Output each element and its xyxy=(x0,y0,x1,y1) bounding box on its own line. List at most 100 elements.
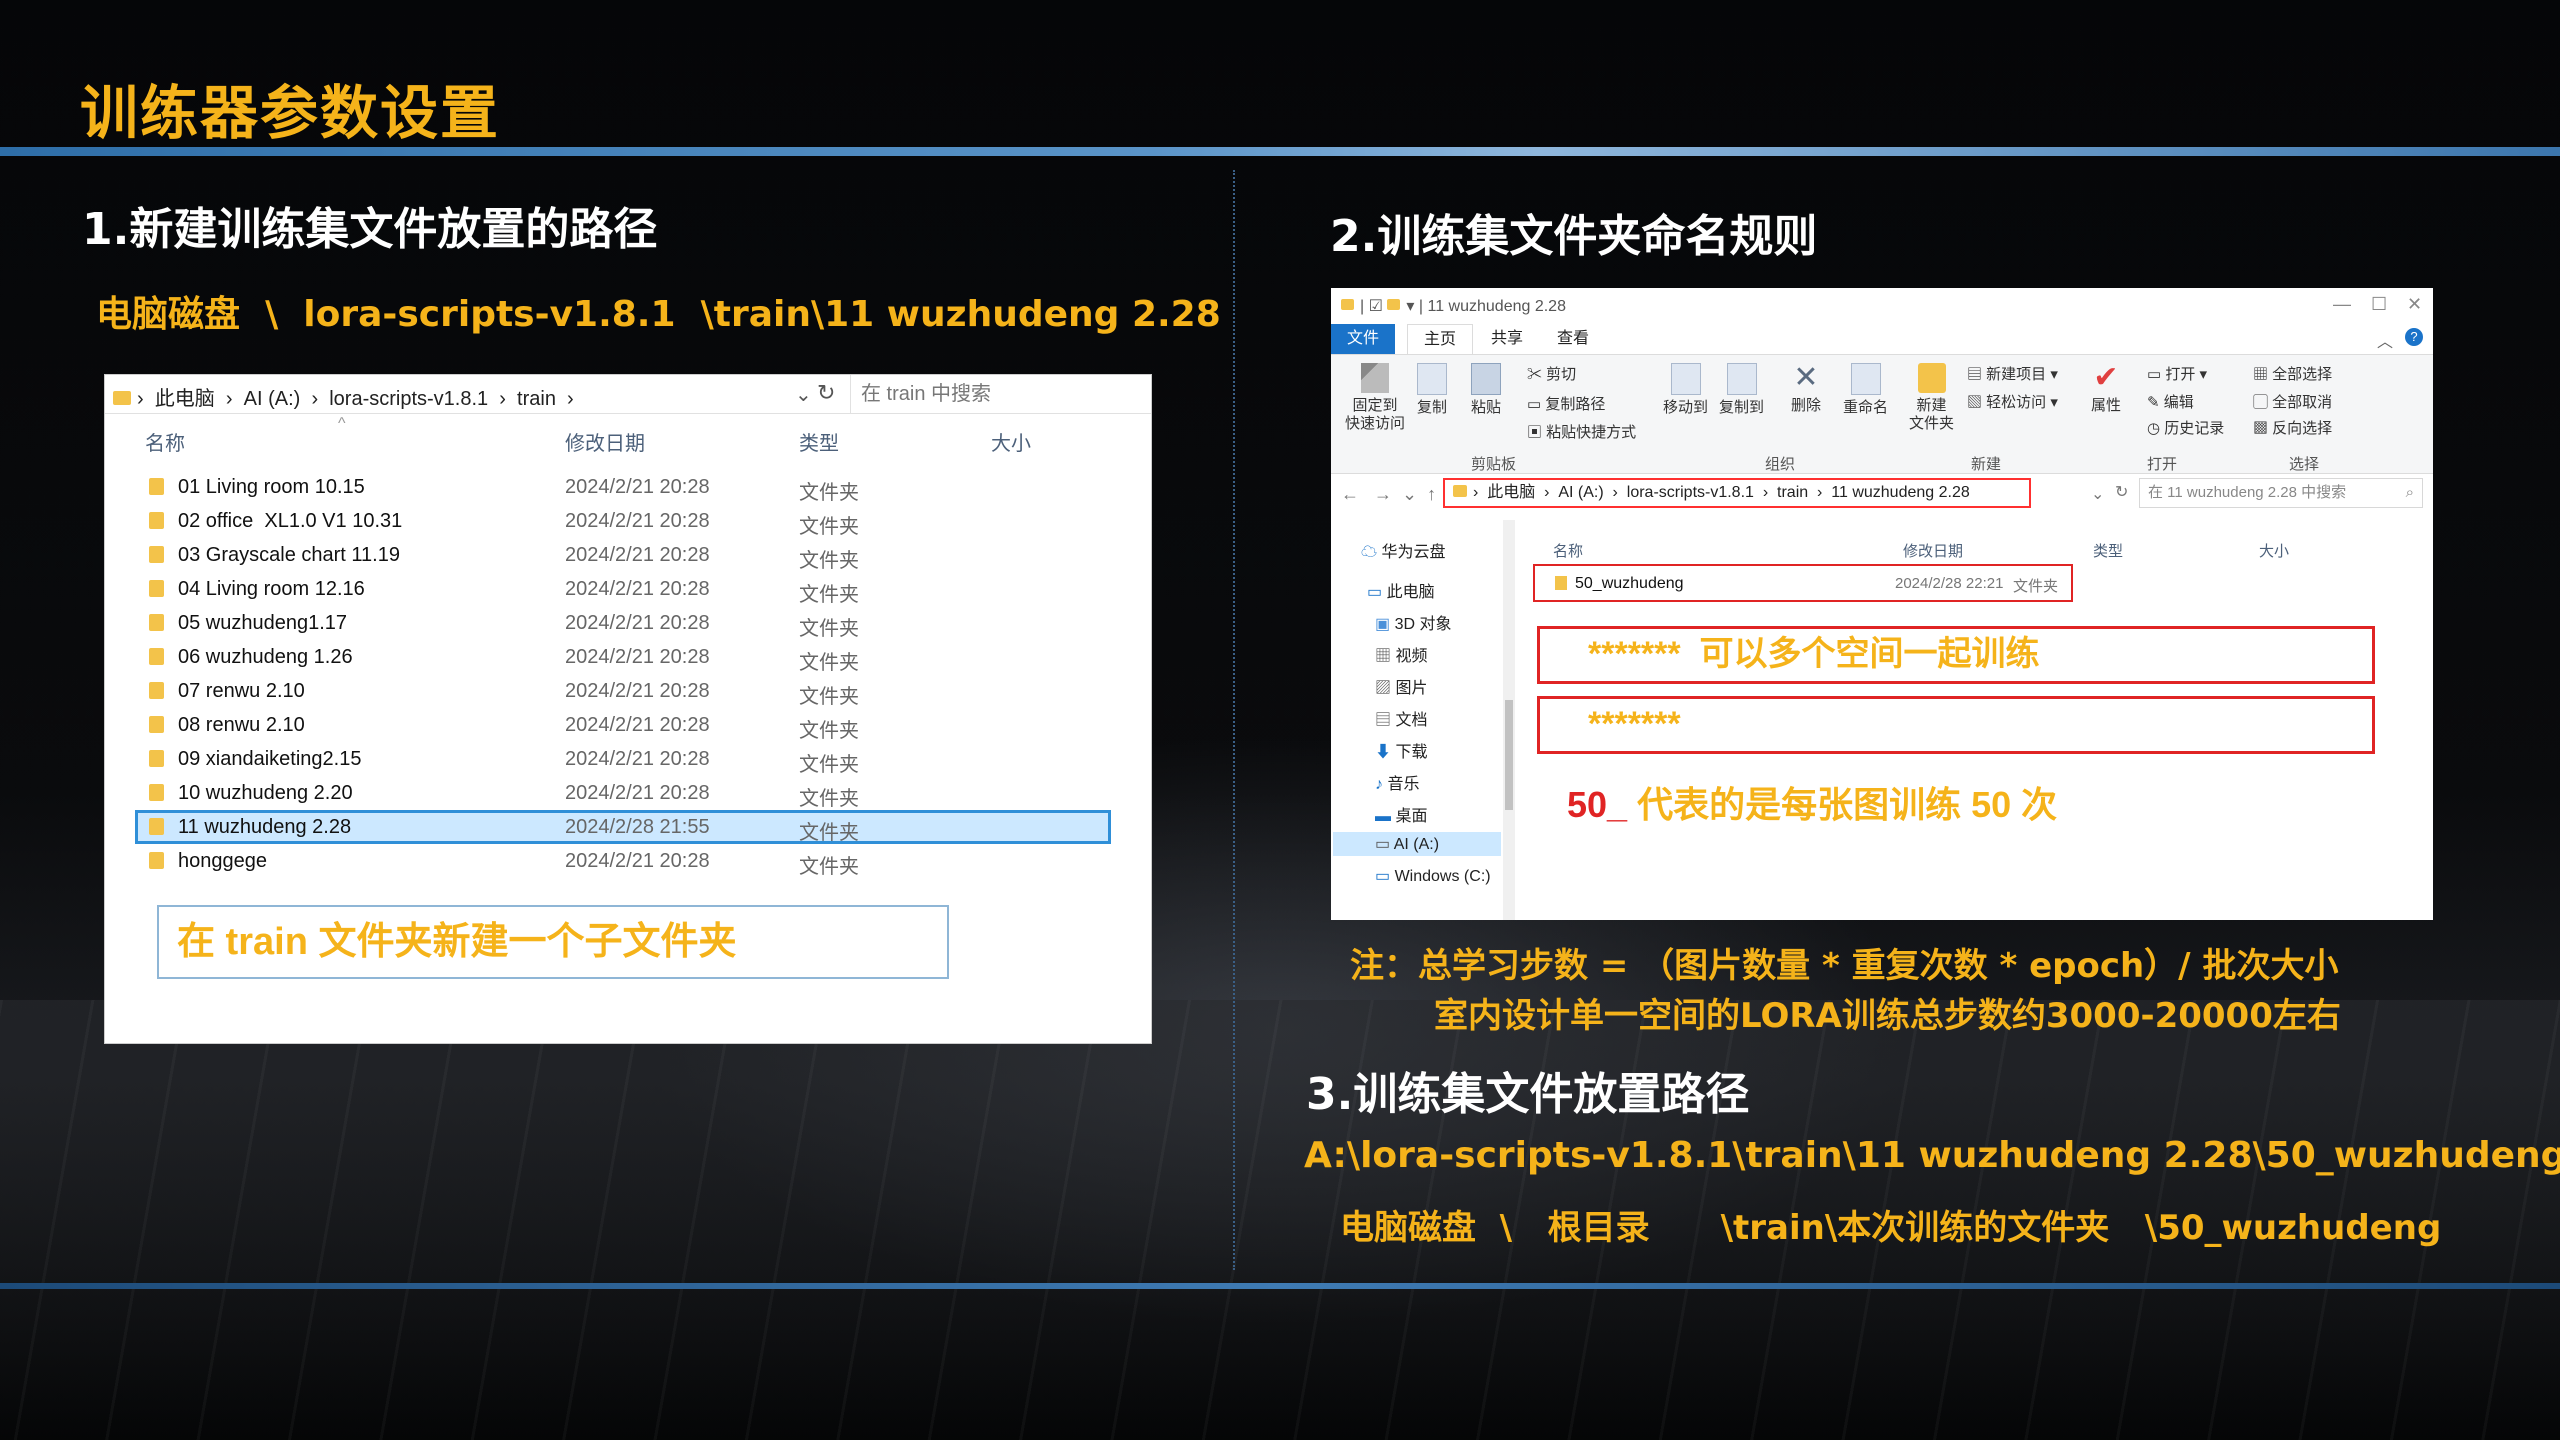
column-size[interactable]: 大小 xyxy=(2259,540,2289,561)
table-row[interactable]: 50_wuzhudeng 2024/2/28 22:21 文件夹 xyxy=(1533,564,2073,602)
history-icon: ◷ xyxy=(2147,420,2165,437)
table-row[interactable]: 03 Grayscale chart 11.19 2024/2/21 20:28 文… xyxy=(105,538,1151,572)
copy-path-button[interactable]: ▭ 复制路径 xyxy=(1527,393,1605,414)
cube-icon: ▣ xyxy=(1375,616,1391,633)
table-row-selected[interactable]: 11 wuzhudeng 2.28 2024/2/28 21:55 文件夹 xyxy=(135,810,1111,844)
back-arrow-icon[interactable]: ← xyxy=(1341,484,1359,504)
nav-item-documents[interactable]: ▤ 文档 xyxy=(1375,706,1427,730)
select-all-button[interactable]: ▦ 全部选择 xyxy=(2253,363,2332,384)
maximize-icon[interactable]: ☐ xyxy=(2371,294,2387,315)
cut-button[interactable]: ✂ 剪切 xyxy=(1527,363,1576,384)
rename-button[interactable]: 重命名 xyxy=(1843,363,1888,417)
nav-scrollbar[interactable] xyxy=(1503,520,1515,920)
computer-icon: ▭ xyxy=(1367,584,1383,601)
nav-item-this-pc[interactable]: ▭ 此电脑 xyxy=(1367,578,1435,602)
download-icon: ⬇ xyxy=(1375,744,1392,761)
ribbon-tabs: 文件 主页 共享 查看 ︿ ? xyxy=(1331,324,2433,355)
nav-item-drive-c[interactable]: ▭ Windows (C:) xyxy=(1375,866,1491,886)
refresh-icon[interactable]: ↻ xyxy=(817,380,835,406)
tab-view[interactable]: 查看 xyxy=(1541,324,1605,354)
nav-item-videos[interactable]: ▦ 视频 xyxy=(1375,642,1427,666)
nav-item-3d[interactable]: ▣ 3D 对象 xyxy=(1375,610,1451,634)
easy-access-button[interactable]: ▧ 轻松访问 ▾ xyxy=(1967,391,2058,412)
tab-share[interactable]: 共享 xyxy=(1475,324,1539,354)
properties-button[interactable]: ✔ 属性 xyxy=(2091,363,2121,415)
group-label: 组织 xyxy=(1765,456,1796,473)
table-row[interactable]: honggege 2024/2/21 20:28 文件夹 xyxy=(105,844,1151,878)
chevron-up-icon[interactable]: ︿ xyxy=(2377,328,2393,352)
search-input[interactable]: 在 11 wuzhudeng 2.28 中搜索 ⌕ xyxy=(2139,478,2423,508)
table-row[interactable]: 01 Living room 10.15 2024/2/21 20:28 文件夹 xyxy=(105,470,1151,504)
group-label: 选择 xyxy=(2289,456,2320,473)
column-name[interactable]: 名称 xyxy=(145,427,185,456)
table-row[interactable]: 09 xiandaiketing2.15 2024/2/21 20:28 文件夹 xyxy=(105,742,1151,776)
paste-button[interactable]: 粘贴 xyxy=(1471,363,1501,417)
column-type[interactable]: 类型 xyxy=(2093,540,2123,561)
edit-button[interactable]: ✎ 编辑 xyxy=(2147,391,2194,412)
new-folder-button[interactable]: 新建 文件夹 xyxy=(1909,363,1954,433)
nav-item-downloads[interactable]: ⬇ 下载 xyxy=(1375,738,1427,762)
invert-selection-button[interactable]: ▩ 反向选择 xyxy=(2253,417,2332,438)
pin-quick-access-button[interactable]: 固定到 快速访问 xyxy=(1345,363,1405,433)
copy-button[interactable]: 复制 xyxy=(1417,363,1447,417)
page-title: 训练器参数设置 xyxy=(80,79,501,147)
dropdown-icon[interactable]: ⌄ xyxy=(1402,484,1417,504)
forward-arrow-icon[interactable]: → xyxy=(1374,484,1392,504)
easy-access-icon: ▧ xyxy=(1967,394,1987,411)
help-icon[interactable]: ? xyxy=(2405,328,2423,346)
up-arrow-icon[interactable]: ↑ xyxy=(1427,484,1436,504)
column-date[interactable]: 修改日期 xyxy=(565,427,645,456)
minimize-icon[interactable]: — xyxy=(2333,294,2351,315)
breadcrumb: › 此电脑 › AI (A:) › lora-scripts-v1.8.1 › … xyxy=(1473,484,1970,501)
select-none-button[interactable]: ▢ 全部取消 xyxy=(2253,391,2332,412)
search-input[interactable]: 在 train 中搜索 xyxy=(850,375,1151,413)
ribbon: 固定到 快速访问 复制 粘贴 ✂ 剪切 ▭ 复制路径 ▣ 粘贴快捷方式 移动到 … xyxy=(1331,354,2433,474)
move-icon xyxy=(1670,363,1701,395)
annotation-box-1: ******* 可以多个空间一起训练 xyxy=(1537,626,2375,684)
column-size[interactable]: 大小 xyxy=(991,427,1031,456)
table-row[interactable]: 02 office XL1.0 V1 10.31 2024/2/21 20:28 文… xyxy=(105,504,1151,538)
folder-icon xyxy=(1341,299,1354,311)
select-all-icon: ▦ xyxy=(2253,366,2273,383)
history-button[interactable]: ◷ 历史记录 xyxy=(2147,417,2224,438)
group-label: 剪贴板 xyxy=(1471,456,1517,473)
delete-button[interactable]: ✕ 删除 xyxy=(1791,363,1821,415)
picture-icon: ▨ xyxy=(1375,680,1392,697)
folder-icon xyxy=(149,682,164,699)
close-icon[interactable]: ✕ xyxy=(2407,294,2422,315)
nav-item-cloud[interactable]: ☁ 华为云盘 xyxy=(1361,538,1445,562)
table-row[interactable]: 04 Living room 12.16 2024/2/21 20:28 文件夹 xyxy=(105,572,1151,606)
refresh-icon[interactable]: ↻ xyxy=(2115,482,2128,502)
table-row[interactable]: 05 wuzhudeng1.17 2024/2/21 20:28 文件夹 xyxy=(105,606,1151,640)
copy-to-icon xyxy=(1726,363,1757,395)
explorer-window-dataset: | ☑ ▾ | 11 wuzhudeng 2.28 — ☐ ✕ 文件 主页 共享… xyxy=(1331,288,2433,920)
table-row[interactable]: 08 renwu 2.10 2024/2/21 20:28 文件夹 xyxy=(105,708,1151,742)
address-bar[interactable]: › 此电脑 › AI (A:) › lora-scripts-v1.8.1 › … xyxy=(105,375,1151,414)
move-to-button[interactable]: 移动到 xyxy=(1663,363,1708,417)
nav-item-pictures[interactable]: ▨ 图片 xyxy=(1375,674,1427,698)
path-legend: 电脑磁盘 \ 根目录 \train\本次训练的文件夹 \50_wuzhudeng xyxy=(1340,1208,2442,1248)
section1-heading: 1.新建训练集文件放置的路径 xyxy=(82,204,658,255)
chevron-down-icon[interactable]: ⌄ xyxy=(2091,484,2104,504)
nav-item-desktop[interactable]: ▬ 桌面 xyxy=(1375,802,1427,826)
column-date[interactable]: 修改日期 xyxy=(1903,540,1963,561)
new-item-button[interactable]: ▤ 新建项目 ▾ xyxy=(1967,363,2058,384)
table-row[interactable]: 07 renwu 2.10 2024/2/21 20:28 文件夹 xyxy=(105,674,1151,708)
nav-item-music[interactable]: ♪ 音乐 xyxy=(1375,770,1419,794)
full-path: A:\lora-scripts-v1.8.1\train\11 wuzhuden… xyxy=(1304,1135,2560,1176)
tab-file[interactable]: 文件 xyxy=(1331,324,1396,354)
nav-item-drive-a[interactable]: ▭ AI (A:) xyxy=(1333,832,1501,856)
table-row[interactable]: 10 wuzhudeng 2.20 2024/2/21 20:28 文件夹 xyxy=(105,776,1151,810)
column-name[interactable]: 名称 xyxy=(1553,540,1583,561)
chevron-down-icon[interactable]: ⌄ xyxy=(795,382,812,407)
open-button[interactable]: ▭ 打开 ▾ xyxy=(2147,363,2207,384)
tab-home[interactable]: 主页 xyxy=(1407,324,1474,355)
paste-shortcut-button[interactable]: ▣ 粘贴快捷方式 xyxy=(1527,421,1636,442)
scrollbar-thumb[interactable] xyxy=(1505,700,1513,810)
copy-to-button[interactable]: 复制到 xyxy=(1719,363,1764,417)
section3-heading: 3.训练集文件放置路径 xyxy=(1306,1069,1750,1120)
folder-icon xyxy=(149,512,164,529)
table-row[interactable]: 06 wuzhudeng 1.26 2024/2/21 20:28 文件夹 xyxy=(105,640,1151,674)
column-type[interactable]: 类型 xyxy=(799,427,839,456)
address-bar[interactable]: › 此电脑 › AI (A:) › lora-scripts-v1.8.1 › … xyxy=(1443,478,2031,508)
